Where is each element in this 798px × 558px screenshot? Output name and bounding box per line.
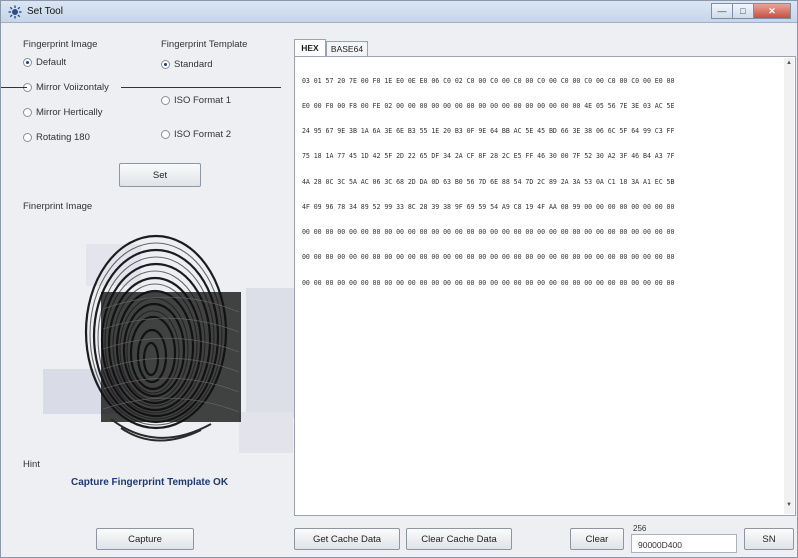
hex-line: 4F 09 96 78 34 89 52 99 33 8C 28 39 38 9… bbox=[302, 202, 675, 211]
radio-default[interactable]: Default bbox=[23, 57, 66, 68]
radio-indicator[interactable] bbox=[161, 96, 170, 105]
hex-line: 00 00 00 00 00 00 00 00 00 00 00 00 00 0… bbox=[302, 228, 675, 237]
window-controls: — □ ✕ bbox=[711, 3, 791, 20]
hex-line: 00 00 00 00 00 00 00 00 00 00 00 00 00 0… bbox=[302, 278, 675, 287]
scroll-up-icon[interactable]: ▲ bbox=[785, 60, 793, 70]
radio-label: Default bbox=[36, 57, 67, 68]
radio-iso-format-2[interactable]: ISO Format 2 bbox=[161, 129, 231, 140]
sn-button[interactable]: SN bbox=[744, 528, 794, 550]
radio-label: Rotating 180 bbox=[36, 132, 90, 143]
scroll-down-icon[interactable]: ▼ bbox=[785, 502, 793, 512]
radio-indicator[interactable] bbox=[161, 60, 170, 69]
radio-standard[interactable]: Standard bbox=[161, 59, 213, 70]
hex-line: 24 95 67 9E 3B 1A 6A 3E 6E B3 55 1E 20 B… bbox=[302, 127, 675, 136]
radio-indicator[interactable] bbox=[23, 133, 32, 142]
hint-message: Capture Fingerprint Template OK bbox=[71, 477, 229, 488]
radio-mirror-vertically[interactable]: Mirror Hertically bbox=[23, 107, 103, 118]
fingerprint-template-group-label: Fingerprint Template bbox=[161, 39, 248, 50]
set-tool-window: Set Tool — □ ✕ Fingerprint Image Default… bbox=[0, 0, 798, 558]
fingerprint-image-group-label: Fingerprint Image bbox=[23, 39, 98, 50]
radio-label: ISO Format 1 bbox=[174, 95, 232, 106]
hex-line: 03 01 57 20 7E 00 F0 1E E0 0E E0 06 C0 0… bbox=[302, 76, 675, 85]
radio-label: Mirror Hertically bbox=[36, 107, 103, 118]
count-label: 256 bbox=[633, 524, 647, 533]
radio-rotating-180[interactable]: Rotating 180 bbox=[23, 132, 90, 143]
radio-indicator[interactable] bbox=[161, 130, 170, 139]
fingerprint-image bbox=[41, 214, 297, 459]
radio-indicator[interactable] bbox=[23, 58, 32, 67]
hex-output-textarea[interactable]: 03 01 57 20 7E 00 F0 1E E0 0E E0 06 C0 0… bbox=[294, 56, 796, 516]
maximize-icon[interactable]: □ bbox=[732, 3, 754, 19]
vertical-scrollbar[interactable]: ▲ ▼ bbox=[784, 58, 794, 514]
clear-button[interactable]: Clear bbox=[570, 528, 624, 550]
annotation-line bbox=[121, 87, 281, 88]
minimize-icon[interactable]: — bbox=[711, 3, 733, 19]
serial-number-input[interactable]: 90000D400 bbox=[631, 534, 737, 553]
tab-hex[interactable]: HEX bbox=[294, 39, 326, 56]
radio-iso-format-1[interactable]: ISO Format 1 bbox=[161, 95, 231, 106]
image-section-label: Finerprint Image bbox=[23, 201, 93, 212]
radio-label: ISO Format 2 bbox=[174, 129, 232, 140]
hint-label: Hint bbox=[23, 459, 40, 470]
hex-content: 03 01 57 20 7E 00 F0 1E E0 0E E0 06 C0 0… bbox=[302, 60, 780, 304]
hex-line: E0 00 F0 00 F8 00 FE 02 00 00 00 00 00 0… bbox=[302, 102, 675, 111]
capture-button[interactable]: Capture bbox=[96, 528, 194, 550]
get-cache-data-button[interactable]: Get Cache Data bbox=[294, 528, 400, 550]
close-icon[interactable]: ✕ bbox=[753, 3, 791, 19]
title-bar: Set Tool — □ ✕ bbox=[1, 1, 797, 23]
clear-cache-data-button[interactable]: Clear Cache Data bbox=[406, 528, 512, 550]
annotation-line bbox=[1, 87, 27, 88]
set-button[interactable]: Set bbox=[119, 163, 201, 187]
hex-line: 4A 28 0C 3C 5A AC 06 3C 68 2D DA 0D 63 B… bbox=[302, 177, 675, 186]
hex-line: 00 00 00 00 00 00 00 00 00 00 00 00 00 0… bbox=[302, 253, 675, 262]
radio-indicator[interactable] bbox=[23, 108, 32, 117]
app-icon bbox=[8, 5, 22, 19]
radio-label: Mirror Voiizontaly bbox=[36, 82, 109, 93]
tab-base64[interactable]: BASE64 bbox=[326, 41, 368, 56]
window-title: Set Tool bbox=[27, 6, 63, 17]
radio-label: Standard bbox=[174, 59, 213, 70]
hex-line: 75 18 1A 77 45 1D 42 5F 2D 22 65 DF 34 2… bbox=[302, 152, 675, 161]
radio-mirror-horizontally[interactable]: Mirror Voiizontaly bbox=[23, 82, 109, 93]
